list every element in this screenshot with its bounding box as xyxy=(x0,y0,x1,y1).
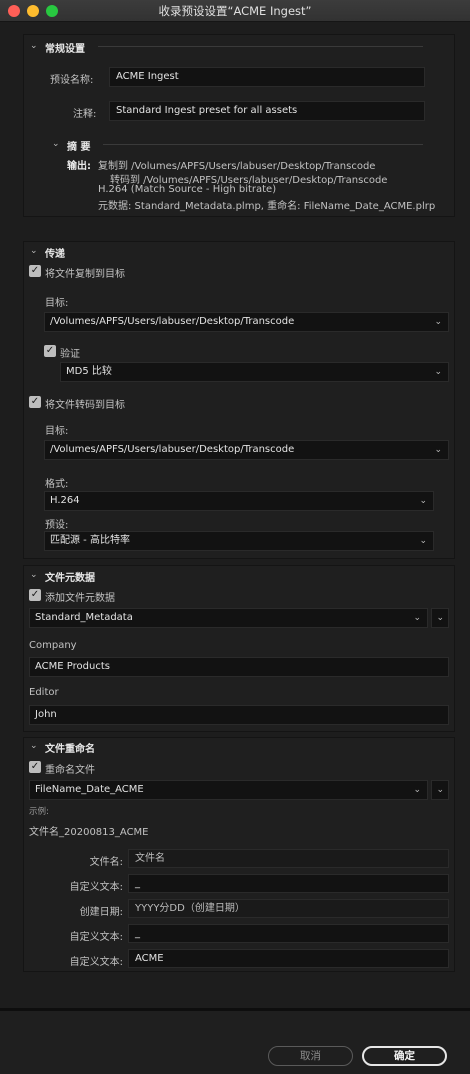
divider xyxy=(98,46,423,47)
copy-target-label: 目标: xyxy=(45,298,69,309)
chevron-down-icon[interactable]: ⌄ xyxy=(30,741,38,751)
preset-name-field[interactable]: ACME Ingest xyxy=(109,67,425,87)
editor-label: Editor xyxy=(29,687,59,698)
chevron-down-icon: ⌄ xyxy=(434,445,442,455)
chevron-down-icon: ⌄ xyxy=(436,785,444,795)
creation-date-token-field[interactable]: YYYY分DD（创建日期） xyxy=(128,899,449,918)
ok-button[interactable]: 确定 xyxy=(362,1046,447,1066)
rename-template-dropdown[interactable]: FileName_Date_ACME ⌄ xyxy=(29,780,428,800)
verify-method-dropdown[interactable]: MD5 比较 ⌄ xyxy=(60,362,449,382)
chevron-down-icon: ⌄ xyxy=(434,317,442,327)
cancel-button[interactable]: 取消 xyxy=(268,1046,353,1066)
example-label: 示例: xyxy=(29,807,49,817)
copy-files-checkbox[interactable]: ✓ xyxy=(29,265,41,277)
verify-checkbox[interactable]: ✓ xyxy=(44,345,56,357)
chevron-down-icon[interactable]: ⌄ xyxy=(30,246,38,256)
rename-files-checkbox[interactable]: ✓ xyxy=(29,761,41,773)
metadata-template-value: Standard_Metadata xyxy=(35,612,133,623)
output-label: 输出: xyxy=(67,161,91,172)
company-label: Company xyxy=(29,640,77,651)
company-field[interactable]: ACME Products xyxy=(29,657,449,677)
chevron-down-icon: ⌄ xyxy=(413,613,421,623)
chevron-down-icon[interactable]: ⌄ xyxy=(52,139,60,149)
summary-line: 元数据: Standard_Metadata.plmp, 重命名: FileNa… xyxy=(98,201,436,212)
chevron-down-icon: ⌄ xyxy=(434,367,442,377)
preset-label: 预设: xyxy=(45,520,69,531)
add-metadata-label: 添加文件元数据 xyxy=(45,593,115,604)
chevron-down-icon: ⌄ xyxy=(413,785,421,795)
example-value: 文件名_20200813_ACME xyxy=(29,827,149,838)
chevron-down-icon: ⌄ xyxy=(419,496,427,506)
preset-name-label: 预设名称: xyxy=(50,75,94,86)
add-metadata-checkbox[interactable]: ✓ xyxy=(29,589,41,601)
metadata-options-button[interactable]: ⌄ xyxy=(431,608,449,628)
transcode-target-label: 目标: xyxy=(45,426,69,437)
transcode-target-dropdown[interactable]: /Volumes/APFS/Users/labuser/Desktop/Tran… xyxy=(44,440,449,460)
rename-files-label: 重命名文件 xyxy=(45,765,95,776)
summary-line: H.264 (Match Source - High bitrate) xyxy=(98,184,277,195)
rename-template-value: FileName_Date_ACME xyxy=(35,784,144,795)
custom-text-field-3[interactable]: ACME xyxy=(128,949,449,968)
transcode-files-checkbox[interactable]: ✓ xyxy=(29,396,41,408)
rename-options-button[interactable]: ⌄ xyxy=(431,780,449,800)
format-dropdown[interactable]: H.264 ⌄ xyxy=(44,491,434,511)
rename-row-label: 自定义文本: xyxy=(69,957,123,968)
note-label: 注释: xyxy=(73,109,97,120)
metadata-section-header: 文件元数据 xyxy=(45,573,95,584)
format-label: 格式: xyxy=(45,479,69,490)
rename-row-label: 文件名: xyxy=(89,857,123,868)
verify-method-value: MD5 比较 xyxy=(66,366,112,377)
window-title: 收录预设设置“ACME Ingest” xyxy=(158,4,312,18)
custom-text-field-1[interactable]: _ xyxy=(128,874,449,893)
preset-dropdown[interactable]: 匹配源 - 高比特率 ⌄ xyxy=(44,531,434,551)
chevron-down-icon[interactable]: ⌄ xyxy=(30,570,38,580)
verify-label: 验证 xyxy=(60,349,80,360)
rename-row-label: 创建日期: xyxy=(79,907,123,918)
rename-row-label: 自定义文本: xyxy=(69,932,123,943)
copy-target-dropdown[interactable]: /Volumes/APFS/Users/labuser/Desktop/Tran… xyxy=(44,312,449,332)
summary-line: 复制到 /Volumes/APFS/Users/labuser/Desktop/… xyxy=(98,161,376,172)
rename-row-label: 自定义文本: xyxy=(69,882,123,893)
chevron-down-icon: ⌄ xyxy=(436,613,444,623)
editor-field[interactable]: John xyxy=(29,705,449,725)
chevron-down-icon[interactable]: ⌄ xyxy=(30,41,38,51)
custom-text-field-2[interactable]: _ xyxy=(128,924,449,943)
preset-value: 匹配源 - 高比特率 xyxy=(50,535,130,546)
chevron-down-icon: ⌄ xyxy=(419,536,427,546)
transfer-section-header: 传递 xyxy=(45,249,65,260)
summary-header: 摘 要 xyxy=(67,142,91,153)
copy-target-value: /Volumes/APFS/Users/labuser/Desktop/Tran… xyxy=(50,316,295,327)
rename-section-header: 文件重命名 xyxy=(45,744,95,755)
general-section-header: 常规设置 xyxy=(45,44,85,55)
metadata-template-dropdown[interactable]: Standard_Metadata ⌄ xyxy=(29,608,428,628)
filename-token-field[interactable]: 文件名 xyxy=(128,849,449,868)
format-value: H.264 xyxy=(50,495,80,506)
transcode-files-label: 将文件转码到目标 xyxy=(45,400,125,411)
note-field[interactable]: Standard Ingest preset for all assets xyxy=(109,101,425,121)
divider xyxy=(103,144,423,145)
copy-files-label: 将文件复制到目标 xyxy=(45,269,125,280)
transcode-target-value: /Volumes/APFS/Users/labuser/Desktop/Tran… xyxy=(50,444,295,455)
